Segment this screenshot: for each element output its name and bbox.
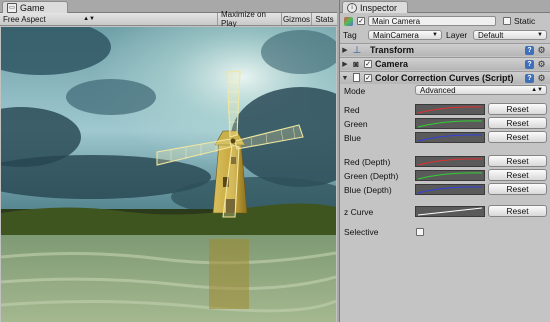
layer-value: Default — [478, 30, 504, 40]
gear-icon[interactable]: ⚙ — [537, 45, 546, 55]
inspector-tab-strip: i Inspector — [340, 0, 550, 13]
tab-inspector[interactable]: i Inspector — [342, 1, 408, 13]
curve-field[interactable] — [415, 156, 485, 167]
reset-button[interactable]: Reset — [488, 155, 547, 167]
gear-icon[interactable]: ⚙ — [537, 73, 546, 83]
curve-label: z Curve — [344, 207, 374, 217]
help-icon[interactable]: ? — [525, 60, 534, 69]
curve-label: Blue — [344, 133, 362, 143]
dropdown-arrow-icon: ▲▼ — [83, 16, 95, 22]
curve-field[interactable] — [415, 104, 485, 115]
transform-axes-icon: ⊥ — [352, 44, 362, 56]
inspector-panel: i Inspector ✓ Main Camera Static Tag Mai… — [339, 0, 550, 322]
curve-line-icon — [417, 134, 483, 142]
component-camera-header[interactable]: ▶ ◙ ✓ Camera ? ⚙ — [340, 57, 550, 70]
fold-right-icon[interactable]: ▶ — [340, 60, 350, 68]
curve-label: Green — [344, 119, 368, 129]
curve-line-icon — [417, 186, 483, 194]
curve-field[interactable] — [415, 184, 485, 195]
ccc-enabled-checkbox[interactable]: ✓ — [364, 74, 372, 82]
windmill-scene-image — [1, 27, 336, 322]
reset-button[interactable]: Reset — [488, 169, 547, 181]
tag-label: Tag — [343, 30, 357, 40]
script-file-icon — [350, 72, 362, 84]
dropdown-arrow-icon: ▼ — [537, 32, 543, 38]
tab-inspector-label: Inspector — [360, 2, 398, 13]
layer-label: Layer — [446, 30, 468, 40]
object-name-text: Main Camera — [372, 16, 421, 26]
game-tab-strip: ▭ Game — [0, 0, 337, 13]
mode-dropdown[interactable]: Advanced ▲▼ — [415, 85, 547, 95]
game-panel: ▭ Game Free Aspect ▲▼ Maximize on Play G… — [0, 0, 337, 322]
curve-label: Green (Depth) — [344, 171, 399, 181]
component-color-correction-curves-header[interactable]: ▼ ✓ Color Correction Curves (Script) ? ⚙ — [340, 71, 550, 84]
ccc-title: Color Correction Curves (Script) — [375, 73, 514, 83]
aspect-dropdown[interactable]: Free Aspect ▲▼ — [0, 13, 98, 25]
reset-button[interactable]: Reset — [488, 183, 547, 195]
curve-line-icon — [417, 106, 483, 114]
game-toolbar: Free Aspect ▲▼ Maximize on Play Gizmos S… — [0, 10, 337, 28]
gizmos-button[interactable]: Gizmos — [281, 13, 311, 25]
object-name-field[interactable]: Main Camera — [368, 16, 496, 26]
camera-enabled-checkbox[interactable]: ✓ — [364, 60, 372, 68]
mode-value: Advanced — [420, 85, 456, 95]
stats-button[interactable]: Stats — [311, 13, 337, 25]
stats-label: Stats — [315, 14, 334, 24]
curve-line-icon — [417, 158, 483, 166]
info-icon: i — [347, 2, 357, 13]
help-icon[interactable]: ? — [525, 46, 534, 55]
curve-label: Blue (Depth) — [344, 185, 392, 195]
curve-label: Red (Depth) — [344, 157, 391, 167]
layer-dropdown[interactable]: Default ▼ — [473, 30, 547, 40]
object-header: ✓ Main Camera Static — [340, 15, 550, 28]
tag-layer-row: Tag MainCamera ▼ Layer Default ▼ — [340, 28, 550, 41]
reset-button[interactable]: Reset — [488, 131, 547, 143]
curve-field[interactable] — [415, 170, 485, 181]
maximize-on-play-label: Maximize on Play — [221, 10, 266, 28]
curve-line-icon — [417, 207, 483, 216]
curve-label: Red — [344, 105, 360, 115]
object-active-checkbox[interactable]: ✓ — [357, 17, 365, 25]
component-transform-header[interactable]: ▶ ⊥ Transform ? ⚙ — [340, 43, 550, 56]
game-viewport[interactable] — [1, 27, 336, 322]
dropdown-arrow-icon: ▲▼ — [531, 87, 543, 93]
gizmos-label: Gizmos — [282, 14, 311, 24]
curve-field[interactable] — [415, 206, 485, 217]
tag-value: MainCamera — [373, 30, 419, 40]
gear-icon[interactable]: ⚙ — [537, 59, 546, 69]
help-icon[interactable]: ? — [525, 74, 534, 83]
tag-dropdown[interactable]: MainCamera ▼ — [368, 30, 442, 40]
curve-line-icon — [417, 120, 483, 128]
static-label: Static — [514, 16, 536, 26]
maximize-on-play-toggle[interactable]: Maximize on Play — [217, 10, 281, 28]
tab-game-label: Game — [20, 2, 45, 13]
reset-button[interactable]: Reset — [488, 103, 547, 115]
tab-game[interactable]: ▭ Game — [2, 1, 68, 13]
camera-icon: ◙ — [353, 59, 359, 69]
gameobject-cube-icon — [344, 17, 353, 26]
game-icon: ▭ — [7, 2, 17, 13]
selective-checkbox[interactable] — [416, 228, 424, 236]
reset-button[interactable]: Reset — [488, 205, 547, 217]
curve-field[interactable] — [415, 132, 485, 143]
aspect-dropdown-label: Free Aspect — [3, 14, 46, 24]
transform-title: Transform — [370, 45, 415, 55]
curve-line-icon — [417, 172, 483, 180]
curve-field[interactable] — [415, 118, 485, 129]
fold-right-icon[interactable]: ▶ — [340, 46, 350, 54]
camera-title: Camera — [375, 59, 409, 69]
static-checkbox[interactable] — [503, 17, 511, 25]
reset-button[interactable]: Reset — [488, 117, 547, 129]
dropdown-arrow-icon: ▼ — [432, 32, 438, 38]
selective-label: Selective — [344, 227, 379, 237]
fold-down-icon[interactable]: ▼ — [340, 75, 350, 82]
mode-label: Mode — [344, 86, 366, 96]
